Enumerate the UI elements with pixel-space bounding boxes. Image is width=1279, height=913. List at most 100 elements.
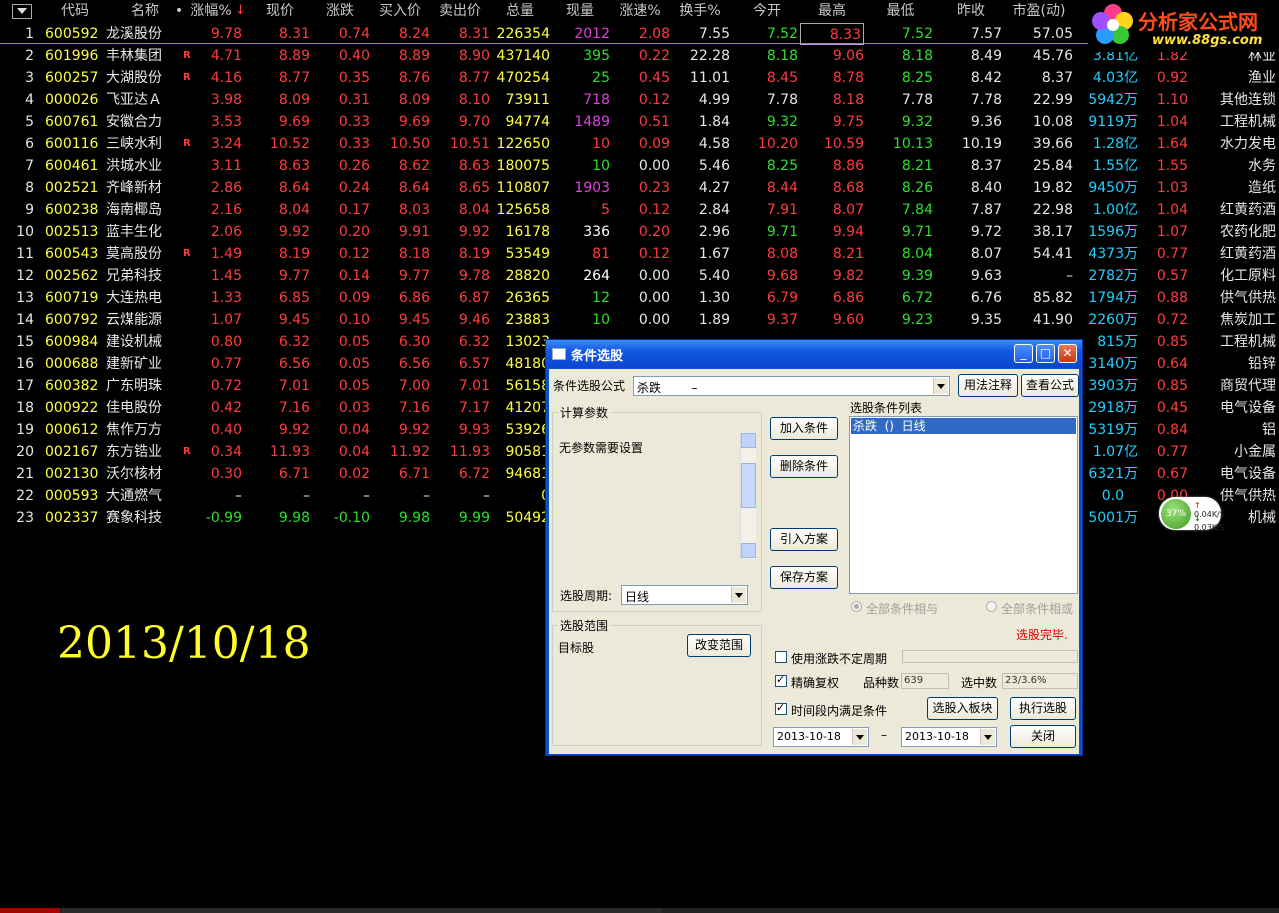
- scroll-thumb[interactable]: [741, 463, 756, 508]
- radio-all-and-label: 全部条件相与: [866, 602, 939, 616]
- params-scrollbar[interactable]: [740, 433, 756, 559]
- ask-price: 8.63: [458, 158, 490, 174]
- ask-price: 6.72: [458, 466, 490, 482]
- delete-condition-button[interactable]: 删除条件: [770, 455, 838, 478]
- column-header[interactable]: 买入价: [370, 0, 430, 22]
- change-range-button[interactable]: 改变范围: [687, 634, 751, 657]
- chevron-down-icon[interactable]: [731, 587, 746, 603]
- change: 0.12: [338, 246, 370, 262]
- bid-price: 9.92: [398, 422, 430, 438]
- prev-close: 7.57: [970, 26, 1002, 42]
- industry: 铝: [1262, 422, 1276, 438]
- change: 0.03: [338, 400, 370, 416]
- change-percent: 0.30: [210, 466, 242, 482]
- close-button[interactable]: 关闭: [1010, 725, 1076, 748]
- change-percent: 0.34: [210, 444, 242, 460]
- stock-name: 三峡水利: [106, 136, 162, 152]
- table-row[interactable]: 9 600238 海南椰岛 2.16 8.04 0.17 8.03 8.04 125658 5 0.…: [0, 199, 1279, 221]
- turnover-amount: 5942: [1088, 92, 1124, 108]
- change: 0.74: [338, 26, 370, 42]
- column-header[interactable]: 换手%: [670, 0, 730, 22]
- column-header[interactable]: 涨跌: [310, 0, 370, 22]
- formula-select[interactable]: 杀跌 –: [633, 376, 950, 396]
- current-price: 8.04: [278, 202, 310, 218]
- bid-price: 8.18: [398, 246, 430, 262]
- industry: 工程机械: [1220, 114, 1276, 130]
- column-header[interactable]: 现价: [250, 0, 310, 22]
- scroll-down-button[interactable]: [741, 543, 756, 558]
- column-header[interactable]: 今开: [736, 0, 798, 22]
- chevron-down-icon[interactable]: [852, 729, 867, 745]
- view-formula-button[interactable]: 查看公式: [1021, 374, 1079, 397]
- bottom-tab-active[interactable]: [0, 908, 60, 913]
- exact-adjust-checkbox[interactable]: [775, 673, 787, 687]
- column-menu-button[interactable]: [12, 4, 32, 19]
- add-condition-button[interactable]: 加入条件: [770, 417, 838, 440]
- dialog-title: 条件选股: [571, 349, 624, 364]
- date-from-picker[interactable]: 2013-10-18: [773, 727, 869, 747]
- maximize-button[interactable]: □: [1036, 344, 1055, 363]
- date-to-picker[interactable]: 2013-10-18: [901, 727, 997, 747]
- condition-list[interactable]: 杀跌 () 日线: [849, 416, 1078, 594]
- period-select[interactable]: 日线: [621, 585, 748, 605]
- table-row[interactable]: 11 600543 莫高股份 R 1.49 8.19 0.12 8.18 8.19 53549 81…: [0, 243, 1279, 265]
- turnover: 7.55: [698, 26, 730, 42]
- network-speed-widget[interactable]: 37% ↑ 0.04K/S ↓ 0.03K/S: [1159, 497, 1225, 532]
- row-index: 20: [16, 444, 34, 460]
- column-header[interactable]: 涨速%: [610, 0, 670, 22]
- radio-all-or[interactable]: [986, 601, 997, 612]
- table-row[interactable]: 14 600792 云煤能源 1.07 9.45 0.10 9.45 9.46 23883 10 0…: [0, 309, 1279, 331]
- volume-ratio: 0.57: [1156, 268, 1188, 284]
- list-item[interactable]: 杀跌 () 日线: [851, 418, 1076, 434]
- save-plan-button[interactable]: 保存方案: [770, 566, 838, 589]
- dialog-titlebar[interactable]: 条件选股 _ □ ✕: [546, 340, 1082, 368]
- scroll-up-button[interactable]: [741, 433, 756, 448]
- period-condition-checkbox[interactable]: [775, 701, 787, 715]
- close-icon[interactable]: ✕: [1058, 344, 1077, 363]
- change: 0.05: [338, 334, 370, 350]
- column-header[interactable]: 现量: [550, 0, 610, 22]
- high-price: 8.07: [832, 202, 864, 218]
- import-plan-button[interactable]: 引入方案: [770, 528, 838, 551]
- run-picker-button[interactable]: 执行选股: [1010, 697, 1076, 720]
- industry: 水力发电: [1220, 136, 1276, 152]
- current-price: 9.77: [278, 268, 310, 284]
- prev-close: 9.36: [970, 114, 1002, 130]
- column-header[interactable]: 昨收: [940, 0, 1002, 22]
- turnover-amount: 2782: [1088, 268, 1124, 284]
- ask-price: 8.04: [458, 202, 490, 218]
- table-row[interactable]: 4 000026 飞亚达Ａ 3.98 8.09 0.31 8.09 8.10 73911 718 0…: [0, 89, 1279, 111]
- row-index: 3: [25, 70, 34, 86]
- chevron-down-icon[interactable]: [933, 378, 948, 394]
- table-row[interactable]: 7 600461 洪城水业 3.11 8.63 0.26 8.62 8.63 180075 10 0…: [0, 155, 1279, 177]
- column-header[interactable]: 最高: [800, 0, 864, 22]
- chevron-down-icon[interactable]: [980, 729, 995, 745]
- radio-all-and[interactable]: [851, 601, 862, 612]
- usage-notes-button[interactable]: 用法注释: [958, 374, 1018, 397]
- minimize-button[interactable]: _: [1014, 344, 1033, 363]
- column-header[interactable]: 市盈(动): [1005, 0, 1073, 22]
- column-header[interactable]: 涨幅%: [180, 0, 242, 22]
- open-price: 7.91: [766, 202, 798, 218]
- use-range-checkbox[interactable]: [775, 651, 787, 663]
- current-price: 8.64: [278, 180, 310, 196]
- to-block-button[interactable]: 选股入板块: [927, 697, 998, 720]
- table-row[interactable]: 3 600257 大湖股份 R 4.16 8.77 0.35 8.76 8.77 470254 25…: [0, 67, 1279, 89]
- table-row[interactable]: 10 002513 蓝丰生化 2.06 9.92 0.20 9.91 9.92 16178 336…: [0, 221, 1279, 243]
- table-row[interactable]: 5 600761 安徽合力 3.53 9.69 0.33 9.69 9.70 94774 1489…: [0, 111, 1279, 133]
- bottom-tabs[interactable]: [62, 908, 662, 913]
- table-row[interactable]: 8 002521 齐峰新材 2.86 8.64 0.24 8.64 8.65 110807 190…: [0, 177, 1279, 199]
- turnover-amount: 4373: [1088, 246, 1124, 262]
- arrow-down-icon: ↓: [1194, 514, 1201, 523]
- low-price: 10.13: [892, 136, 933, 152]
- column-header[interactable]: 总量: [490, 0, 550, 22]
- column-header[interactable]: 最低: [868, 0, 933, 22]
- pe-ratio: 45.76: [1032, 48, 1073, 64]
- status-text: 选股完毕.: [1016, 628, 1068, 642]
- column-header[interactable]: 卖出价: [430, 0, 490, 22]
- column-header[interactable]: 代码: [45, 0, 105, 22]
- table-row[interactable]: 12 002562 兄弟科技 1.45 9.77 0.14 9.77 9.78 28820 264…: [0, 265, 1279, 287]
- table-row[interactable]: 13 600719 大连热电 1.33 6.85 0.09 6.86 6.87 26365 12 0…: [0, 287, 1279, 309]
- sort-desc-icon[interactable]: ↓: [235, 0, 246, 22]
- table-row[interactable]: 6 600116 三峡水利 R 3.24 10.52 0.33 10.50 10.51 12265…: [0, 133, 1279, 155]
